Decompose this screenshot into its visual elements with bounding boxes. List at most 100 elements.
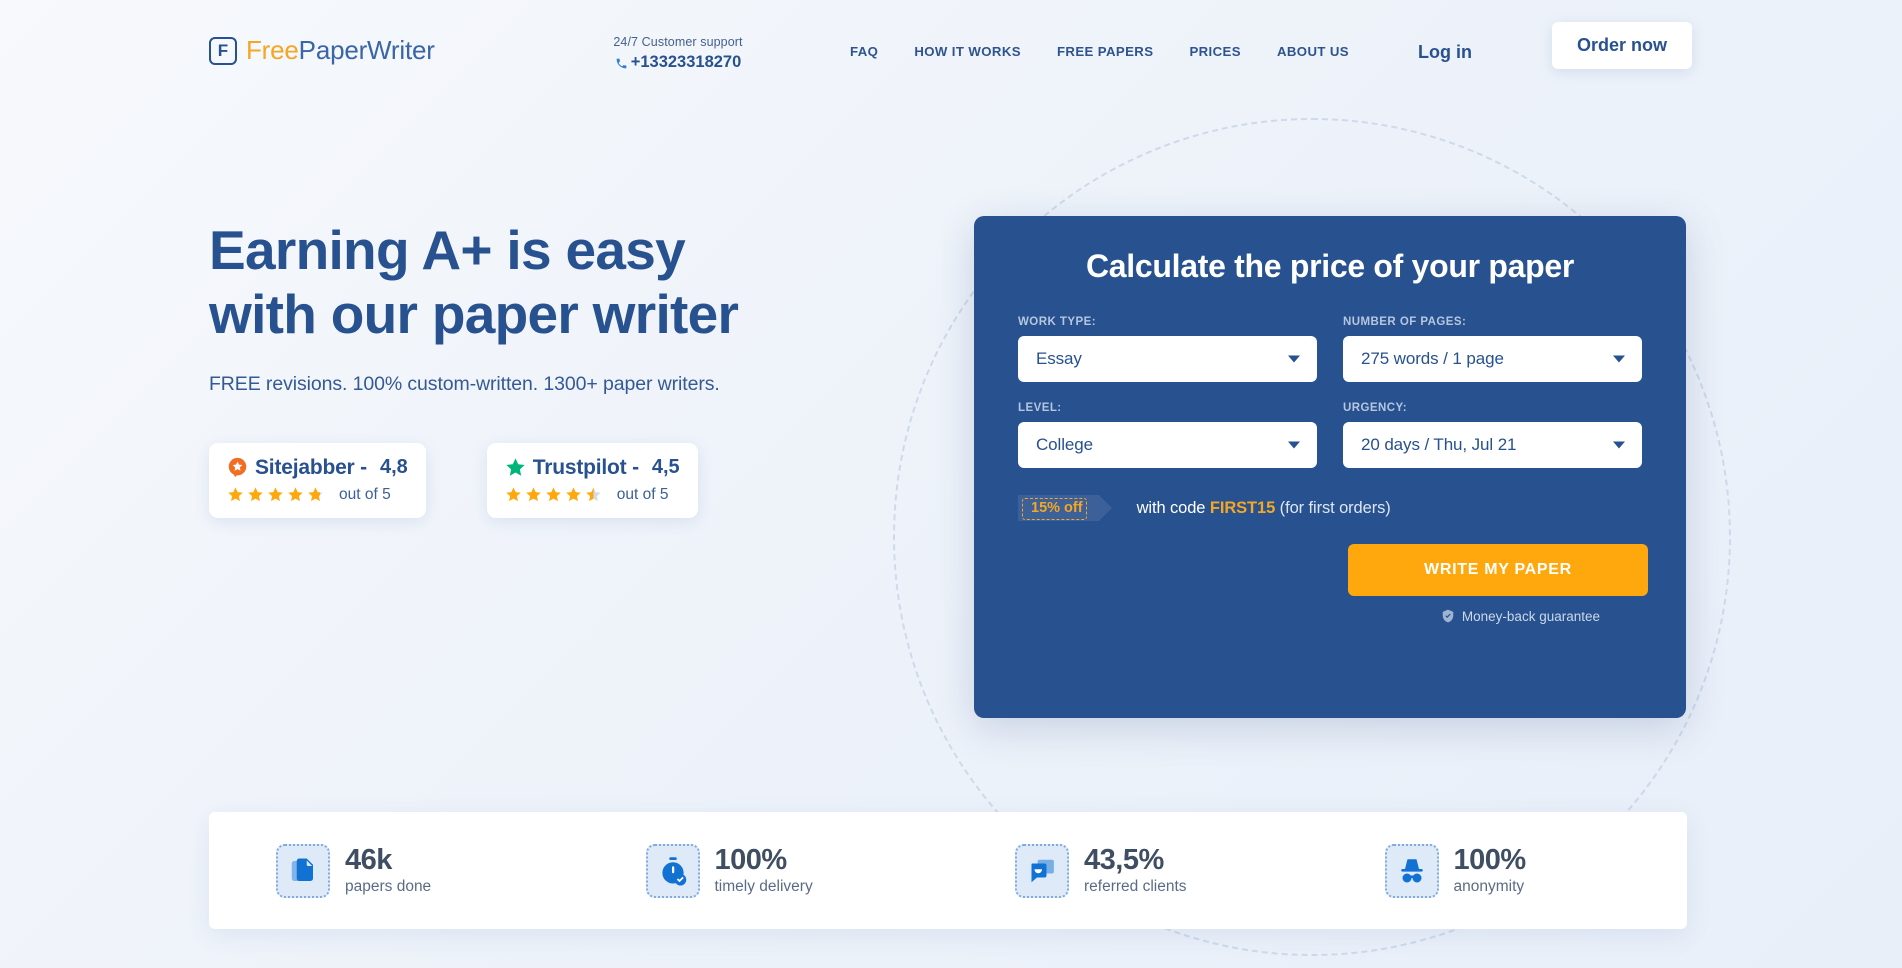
write-my-paper-button[interactable]: WRITE MY PAPER <box>1348 544 1648 596</box>
stat-value: 43,5% <box>1084 843 1164 876</box>
support-block: 24/7 Customer support +13323318270 <box>583 33 773 72</box>
promo-text: with code FIRST15 (for first orders) <box>1137 499 1391 518</box>
field-level: LEVEL: College <box>1018 402 1317 468</box>
chevron-down-icon <box>1613 355 1625 363</box>
number-of-pages-select[interactable]: 275 words / 1 page <box>1343 336 1642 382</box>
money-back-guarantee: Money-back guarantee <box>1441 609 1600 624</box>
promo-code: FIRST15 <box>1209 498 1276 517</box>
star-icon <box>227 486 244 503</box>
review-badge-outof: out of 5 <box>616 485 669 503</box>
field-label-urgency: URGENCY: <box>1343 402 1408 414</box>
incognito-icon <box>1384 843 1439 898</box>
chevron-down-icon <box>1288 441 1300 449</box>
level-value: College <box>1036 435 1093 454</box>
stat-value: 100% <box>1453 843 1527 876</box>
star-icon <box>267 486 284 503</box>
urgency-select[interactable]: 20 days / Thu, Jul 21 <box>1343 422 1642 468</box>
nav-item-free-papers[interactable]: FREE PAPERS <box>1057 44 1154 59</box>
logo[interactable]: F FreePaperWriter <box>209 35 435 66</box>
field-work-type: WORK TYPE: Essay <box>1018 316 1317 382</box>
shield-icon <box>1441 609 1455 624</box>
hero-content: Earning A+ is easy with our paper writer… <box>209 218 889 518</box>
nav-item-faq[interactable]: FAQ <box>850 44 878 59</box>
field-label-work-type: WORK TYPE: <box>1018 316 1096 328</box>
stat-label: papers done <box>345 878 432 896</box>
review-badge-score: 4,5 <box>651 456 680 479</box>
site-header: F FreePaperWriter 24/7 Customer support … <box>0 0 1902 105</box>
promo-prefix: with code <box>1136 498 1210 517</box>
chat-smile-icon <box>1015 843 1069 898</box>
review-badge-rating: out of 5 <box>227 486 408 504</box>
discount-badge-text: 15% off <box>1031 500 1083 516</box>
review-badge-name: Trustpilot - <box>532 455 639 479</box>
stat-text: 46k papers done <box>345 843 432 896</box>
star-icon <box>247 486 264 503</box>
logo-mark-icon: F <box>209 36 237 65</box>
star-icon <box>287 486 304 503</box>
stat-papers-done: 46k papers done <box>209 843 579 898</box>
star-half-icon <box>307 486 324 503</box>
page-title: Earning A+ is easy with our paper writer <box>209 218 889 347</box>
logo-text: FreePaperWriter <box>246 35 435 66</box>
nav-item-prices[interactable]: PRICES <box>1189 44 1241 59</box>
chevron-down-icon <box>1613 441 1625 449</box>
stat-timely-delivery: 100% timely delivery <box>579 843 949 898</box>
star-icon <box>505 486 522 503</box>
star-half-icon <box>585 486 602 503</box>
star-icon <box>525 486 542 503</box>
support-label: 24/7 Customer support <box>613 35 743 49</box>
star-rating <box>227 486 324 503</box>
promo-suffix: (for first orders) <box>1275 498 1391 517</box>
stat-value: 100% <box>714 843 788 876</box>
review-badge-name: Sitejabber - <box>255 455 367 479</box>
hero-subtitle: FREE revisions. 100% custom-written. 130… <box>209 372 720 395</box>
guarantee-text: Money-back guarantee <box>1461 609 1600 624</box>
documents-icon <box>276 843 330 898</box>
support-phone-link[interactable]: +13323318270 <box>583 53 773 72</box>
promo-row: 15% off with code FIRST15 (for first ord… <box>1018 495 1642 521</box>
number-of-pages-value: 275 words / 1 page <box>1361 349 1504 368</box>
support-phone-text: +13323318270 <box>630 52 742 71</box>
stopwatch-check-icon <box>645 843 700 898</box>
nav-item-about-us[interactable]: ABOUT US <box>1277 44 1349 59</box>
calculator-cta-area: WRITE MY PAPER Money-back guarantee <box>1018 544 1648 624</box>
review-badge-outof: out of 5 <box>339 485 391 503</box>
logo-text-rest: PaperWriter <box>298 35 435 65</box>
level-select[interactable]: College <box>1018 422 1317 468</box>
review-badge-sitejabber[interactable]: Sitejabber - 4,8 out of 5 <box>209 442 426 518</box>
stat-value: 46k <box>345 843 392 876</box>
star-icon <box>545 486 562 503</box>
phone-icon <box>615 56 628 69</box>
stats-bar: 46k papers done 100% timely delivery 43,… <box>209 812 1687 929</box>
stat-text: 100% anonymity <box>1453 843 1527 896</box>
field-label-level: LEVEL: <box>1018 402 1062 414</box>
stat-referred-clients: 43,5% referred clients <box>948 843 1318 898</box>
review-badge-score: 4,8 <box>379 456 408 479</box>
stat-text: 43,5% referred clients <box>1084 843 1187 896</box>
nav-item-how-it-works[interactable]: HOW IT WORKS <box>914 44 1021 59</box>
star-rating <box>505 486 602 503</box>
calculator-title: Calculate the price of your paper <box>1085 248 1574 284</box>
chevron-down-icon <box>1288 355 1300 363</box>
review-badge-header: Trustpilot - 4,5 <box>505 456 680 480</box>
work-type-select[interactable]: Essay <box>1018 336 1317 382</box>
order-now-button[interactable]: Order now <box>1552 22 1692 69</box>
stat-label: referred clients <box>1084 878 1187 896</box>
calculator-fields: WORK TYPE: Essay NUMBER OF PAGES: 275 wo… <box>1018 316 1642 468</box>
logo-text-free: Free <box>246 35 299 65</box>
review-badge-rating: out of 5 <box>505 486 680 504</box>
stat-label: anonymity <box>1453 878 1525 896</box>
review-badges: Sitejabber - 4,8 out of 5 Trustpilot - 4… <box>209 442 889 518</box>
discount-badge: 15% off <box>1018 495 1112 521</box>
login-link[interactable]: Log in <box>1418 42 1472 63</box>
field-number-of-pages: NUMBER OF PAGES: 275 words / 1 page <box>1343 316 1642 382</box>
main-nav: FAQ HOW IT WORKS FREE PAPERS PRICES ABOU… <box>850 44 1349 59</box>
field-urgency: URGENCY: 20 days / Thu, Jul 21 <box>1343 402 1642 468</box>
work-type-value: Essay <box>1036 349 1082 368</box>
trustpilot-star-icon <box>505 457 526 478</box>
stat-anonymity: 100% anonymity <box>1318 843 1688 898</box>
hero-title-line-1: Earning A+ is easy <box>209 219 686 281</box>
sitejabber-icon <box>227 457 248 478</box>
review-badge-trustpilot[interactable]: Trustpilot - 4,5 out of 5 <box>486 442 698 518</box>
star-icon <box>565 486 582 503</box>
